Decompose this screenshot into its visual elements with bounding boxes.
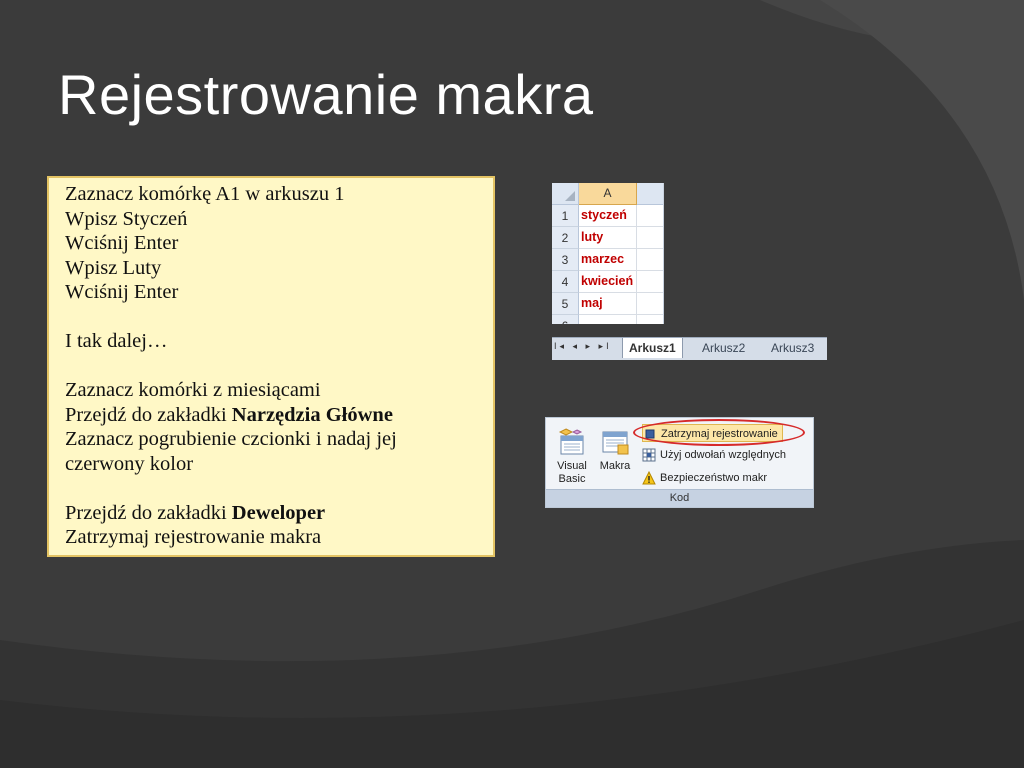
cell-b1[interactable] [637,205,663,227]
row-number[interactable]: 6 [552,315,579,324]
instruction-line: Wciśnij Enter [65,232,179,254]
grid-icon [642,448,656,462]
table-row: 1 styczeń [552,205,663,227]
row-number[interactable]: 4 [552,271,579,293]
sheet-tab-bar: I◂ ◂ ▸ ▸I Arkusz1 Arkusz2 Arkusz3 [552,337,827,360]
visual-basic-icon [557,428,587,456]
row-number[interactable]: 3 [552,249,579,271]
instruction-line: Wpisz Styczeń [65,207,188,230]
slide-title: Rejestrowanie makra [58,63,594,126]
cell-b3[interactable] [637,249,663,271]
cell-a3[interactable]: marzec [579,249,637,271]
table-row: 6 [552,315,663,324]
relative-references-label: Użyj odwołań względnych [660,449,786,461]
macros-icon [600,428,630,456]
instruction-line: Wciśnij Enter [65,281,179,303]
macros-button[interactable]: Makra [596,428,634,473]
column-header-a[interactable]: A [579,183,637,205]
tab-arkusz2[interactable]: Arkusz2 [696,338,751,358]
warning-icon [642,470,656,485]
ribbon-code-group: Visual Basic Makra Zatrzymaj rejestrowan… [545,417,814,508]
row-number[interactable]: 1 [552,205,579,227]
cell-b6[interactable] [637,315,663,324]
instruction-line: Zaznacz komórki z miesiącami [65,379,321,401]
instruction-line: Zatrzymaj rejestrowanie makra [65,526,322,548]
select-all-corner[interactable] [552,183,579,205]
home-tab-name: Narzędzia Główne [231,403,393,426]
row-number[interactable]: 5 [552,293,579,315]
relative-references-button[interactable]: Użyj odwołań względnych [642,446,786,464]
column-header-b[interactable] [637,183,663,205]
visual-basic-label: Visual [557,460,587,472]
row-number[interactable]: 2 [552,227,579,249]
macro-security-button[interactable]: Bezpieczeństwo makr [642,469,767,487]
instruction-line: Zaznacz komórkę A1 w arkuszu 1 [65,183,345,205]
instruction-line: czerwony kolor [65,452,194,475]
cell-b5[interactable] [637,293,663,315]
table-row: 3 marzec [552,249,663,271]
group-label: Kod [546,489,813,507]
instruction-line: Przejdź do zakładki Narzędzia Główne [65,403,393,426]
cell-a2[interactable]: luty [579,227,637,249]
cell-a4[interactable]: kwiecień [579,271,637,293]
macros-label: Makra [599,460,631,472]
instruction-line: Przejdź do zakładki Deweloper [65,501,326,524]
visual-basic-label: Basic [558,473,586,485]
developer-tab-name: Deweloper [231,501,326,524]
cell-a1[interactable]: styczeń [579,205,637,227]
highlight-ellipse [633,419,805,446]
instruction-line: Wpisz Luty [65,256,162,279]
table-row: 2 luty [552,227,663,249]
table-row: 4 kwiecień [552,271,663,293]
cell-a6[interactable] [579,315,637,324]
tab-arkusz1[interactable]: Arkusz1 [622,338,683,358]
macro-security-label: Bezpieczeństwo makr [660,472,767,484]
table-row: 5 maj [552,293,663,315]
cell-b4[interactable] [637,271,663,293]
tab-arkusz3[interactable]: Arkusz3 [765,338,820,358]
visual-basic-button[interactable]: Visual Basic [552,428,592,486]
instruction-line: Zaznacz pogrubienie czcionki i nadaj jej [65,428,397,450]
sheet-nav-arrows-icon[interactable]: I◂ ◂ ▸ ▸I [554,341,612,352]
cell-b2[interactable] [637,227,663,249]
cell-a5[interactable]: maj [579,293,637,315]
instructions-box: Zaznacz komórkę A1 w arkuszu 1 Wpisz Sty… [47,176,495,557]
instruction-line: I tak dalej… [65,330,168,352]
spreadsheet-excerpt: A 1 styczeń 2 luty 3 marzec 4 kwiecień 5… [552,183,664,324]
